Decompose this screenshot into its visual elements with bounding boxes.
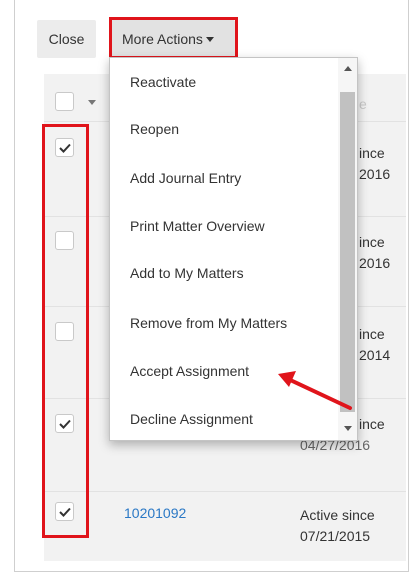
close-button[interactable]: Close xyxy=(37,20,96,58)
select-all-checkbox[interactable] xyxy=(55,92,74,111)
menu-item-remove-from-my-matters[interactable]: Remove from My Matters xyxy=(130,315,287,331)
scroll-up-arrow-icon[interactable] xyxy=(344,66,352,71)
caret-down-icon xyxy=(205,37,214,42)
menu-item-add-to-my-matters[interactable]: Add to My Matters xyxy=(130,265,244,281)
row-checkbox[interactable] xyxy=(55,322,74,341)
menu-scrollbar-thumb[interactable] xyxy=(340,92,355,412)
row-checkbox[interactable] xyxy=(55,414,74,433)
menu-item-reopen[interactable]: Reopen xyxy=(130,121,179,137)
more-actions-menu: Reactivate Reopen Add Journal Entry Prin… xyxy=(109,57,358,441)
menu-item-print-matter-overview[interactable]: Print Matter Overview xyxy=(130,218,265,234)
row-status-line1: ince xyxy=(359,416,385,432)
row-checkbox[interactable] xyxy=(55,231,74,250)
menu-item-add-journal-entry[interactable]: Add Journal Entry xyxy=(130,170,241,186)
row-status-line1: ince xyxy=(359,145,385,161)
menu-item-accept-assignment[interactable]: Accept Assignment xyxy=(130,363,249,379)
row-status-line1: ince xyxy=(359,234,385,250)
checkmark-icon xyxy=(58,507,71,517)
row-status-line2: 2016 xyxy=(359,255,391,271)
row-status-line1: ince xyxy=(359,326,385,342)
row-checkbox[interactable] xyxy=(55,502,74,521)
row-status-line2: 2014 xyxy=(359,347,391,363)
row-status-line2: 07/21/2015 xyxy=(300,528,371,544)
row-status-line2: 2016 xyxy=(359,166,391,182)
row-status-line1: Active since xyxy=(300,507,375,523)
checkmark-icon xyxy=(58,419,71,429)
matter-number-link[interactable]: 10201092 xyxy=(124,505,186,521)
checkmark-icon xyxy=(58,143,71,153)
menu-item-reactivate[interactable]: Reactivate xyxy=(130,74,196,90)
toolbar: Close More Actions xyxy=(37,17,237,59)
select-dropdown-caret-icon[interactable] xyxy=(88,100,96,105)
more-actions-button[interactable]: More Actions xyxy=(111,20,235,58)
column-header-partial: e xyxy=(359,96,367,112)
scroll-down-arrow-icon[interactable] xyxy=(344,426,352,431)
menu-item-decline-assignment[interactable]: Decline Assignment xyxy=(130,411,253,427)
more-actions-label: More Actions xyxy=(122,31,203,47)
row-checkbox[interactable] xyxy=(55,138,74,157)
row-divider xyxy=(44,491,406,492)
